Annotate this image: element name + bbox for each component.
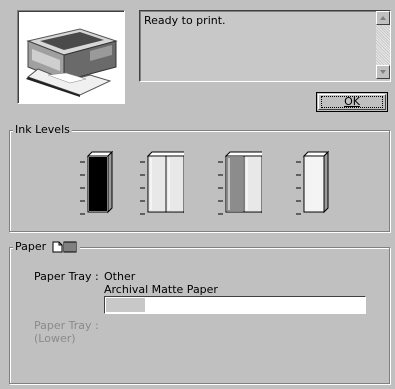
paper-sheet-icon bbox=[52, 241, 77, 253]
color-cartridge-1 bbox=[140, 148, 184, 215]
ink-levels-title: Ink Levels bbox=[13, 123, 72, 136]
lower-tray-label: Paper Tray : bbox=[34, 319, 99, 332]
arrow-up-icon bbox=[380, 16, 386, 20]
color-cartridge-2 bbox=[218, 148, 262, 215]
paper-type: Archival Matte Paper bbox=[104, 283, 218, 296]
arrow-down-icon bbox=[380, 70, 386, 74]
paper-group bbox=[9, 247, 390, 384]
paper-title: Paper bbox=[15, 240, 47, 253]
paper-tray-value: Other bbox=[104, 270, 136, 283]
paper-tray-label: Paper Tray : bbox=[34, 270, 99, 283]
ok-button-label: OK bbox=[344, 95, 360, 108]
light-cartridge bbox=[296, 148, 340, 215]
paper-title-wrap: Paper bbox=[13, 240, 81, 253]
printer-icon bbox=[26, 28, 118, 97]
status-message: Ready to print. bbox=[144, 14, 226, 27]
status-message-box[interactable]: Ready to print. bbox=[139, 10, 391, 82]
printer-image bbox=[17, 10, 125, 104]
scroll-up-button[interactable] bbox=[376, 11, 390, 25]
lower-tray-sublabel: (Lower) bbox=[34, 332, 76, 345]
ok-button[interactable]: OK bbox=[316, 92, 388, 112]
status-scrollbar[interactable] bbox=[376, 11, 390, 79]
paper-level-bar bbox=[104, 296, 366, 314]
paper-level-fill bbox=[106, 298, 145, 312]
scroll-down-button[interactable] bbox=[376, 65, 390, 79]
black-cartridge bbox=[80, 148, 124, 215]
